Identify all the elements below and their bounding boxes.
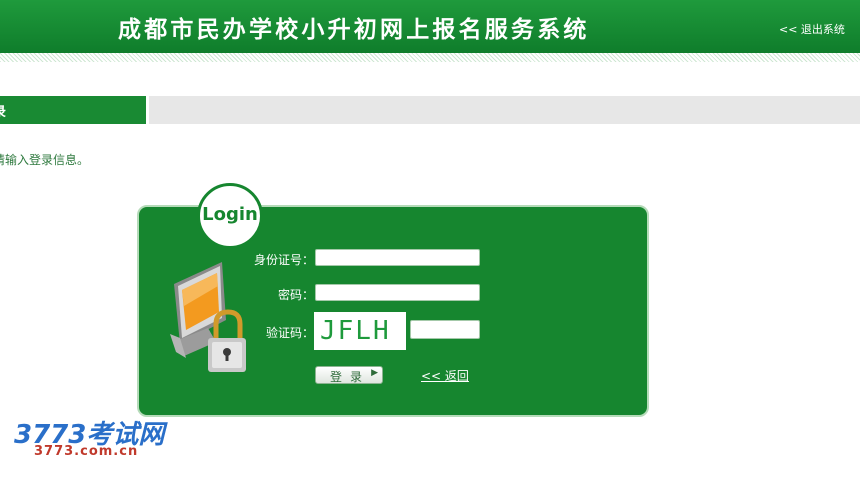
login-badge-label: Login: [202, 204, 258, 225]
captcha-input[interactable]: [410, 320, 480, 339]
login-badge: Login: [197, 183, 263, 249]
hint-text: 请输入登录信息。: [0, 153, 90, 167]
watermark-domain: 3773.com.cn: [34, 444, 139, 459]
login-button-label: 登录: [330, 370, 371, 384]
password-input[interactable]: [315, 284, 480, 301]
site-title: 成都市民办学校小升初网上报名服务系统: [118, 17, 590, 43]
logout-link[interactable]: << 退出系统: [779, 21, 845, 37]
password-label: 密码：: [278, 288, 315, 302]
captcha-image[interactable]: JFLH: [314, 312, 406, 350]
computer-lock-icon: [170, 262, 246, 372]
play-arrow-icon: ▶: [371, 368, 378, 378]
section-tab: 录: [0, 96, 149, 124]
captcha-image-text: JFLH: [320, 316, 391, 346]
captcha-label: 验证码：: [266, 326, 315, 340]
id-number-label: 身份证号：: [254, 253, 315, 267]
login-button[interactable]: 登录 ▶: [315, 366, 383, 384]
id-number-input[interactable]: [315, 249, 480, 266]
header-divider: [0, 53, 860, 62]
section-tab-label: 录: [0, 101, 6, 120]
back-link[interactable]: << 返回: [421, 367, 469, 384]
